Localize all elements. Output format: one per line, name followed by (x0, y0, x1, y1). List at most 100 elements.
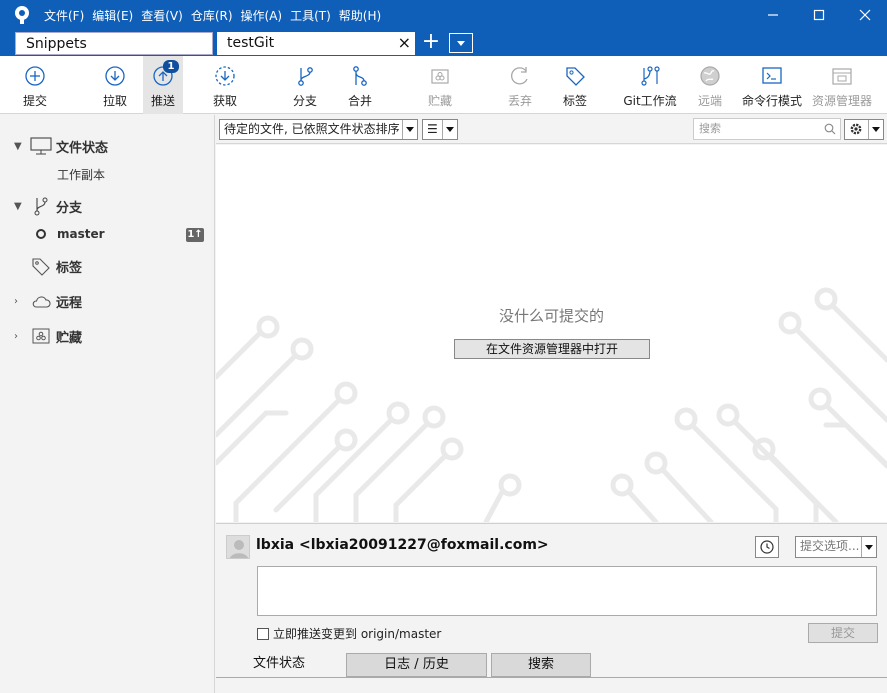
file-status-label: 文件状态 (56, 140, 109, 156)
branch-button[interactable]: 分支 (284, 56, 326, 114)
commit-icon (25, 66, 45, 86)
terminal-button[interactable]: 命令行模式 (740, 56, 804, 114)
stash-button[interactable]: 贮藏 (419, 56, 461, 114)
commit-options-select[interactable]: 提交选项... (795, 536, 877, 558)
monitor-icon (30, 136, 52, 156)
chevron-down-icon (406, 127, 414, 132)
tag-button[interactable]: 标签 (554, 56, 596, 114)
chevron-down-icon (865, 544, 873, 550)
fetch-button[interactable]: 获取 (204, 56, 246, 114)
pull-button[interactable]: 拉取 (94, 56, 136, 114)
menu-repository[interactable]: 仓库(R) (191, 7, 233, 24)
tags-label: 标签 (56, 260, 83, 276)
branch-icon (30, 196, 52, 216)
chevron-right-icon: › (14, 330, 18, 342)
tag-icon (566, 67, 585, 86)
menu-edit[interactable]: 编辑(E) (92, 7, 133, 24)
tab-file-status[interactable]: 文件状态 (216, 653, 342, 677)
tab-testgit[interactable]: testGit × (217, 32, 415, 55)
maximize-icon (813, 9, 825, 21)
remotes-label: 远程 (56, 295, 83, 311)
explorer-icon (832, 68, 852, 85)
maximize-button[interactable] (796, 0, 842, 30)
git-flow-button[interactable]: Git工作流 (620, 56, 680, 114)
clock-icon (760, 540, 774, 554)
user-icon (229, 540, 249, 558)
chevron-down-icon (457, 40, 465, 46)
tab-search[interactable]: 搜索 (491, 653, 591, 677)
open-in-explorer-button[interactable]: 在文件资源管理器中打开 (454, 339, 650, 359)
toolbar: 提交 拉取 1 推送 获取 分支 合并 贮藏 丢弃 标签 Git工作流 远端 命… (0, 56, 887, 114)
bottom-divider (216, 677, 887, 678)
menu-file[interactable]: 文件(F) (44, 7, 84, 24)
remote-label: 远端 (697, 94, 722, 108)
close-icon (859, 9, 871, 21)
branch-master-label: master (57, 227, 105, 241)
commit-message-input[interactable] (257, 566, 877, 616)
menu-actions[interactable]: 操作(A) (241, 7, 283, 24)
tag-icon (30, 256, 52, 276)
search-icon (824, 123, 836, 135)
stash-icon (431, 69, 449, 84)
explorer-button[interactable]: 资源管理器 (810, 56, 874, 114)
sidebar-item-master[interactable]: master (36, 222, 105, 246)
commit-label: 提交 (22, 94, 47, 108)
push-button[interactable]: 1 推送 (143, 56, 183, 114)
pull-icon (105, 66, 125, 86)
commit-button[interactable]: 提交 (14, 56, 56, 114)
tab-snippets[interactable]: Snippets (15, 32, 213, 55)
sort-select[interactable]: 待定的文件, 已依照文件状态排序 (219, 119, 418, 140)
explorer-label: 资源管理器 (811, 94, 872, 108)
menu-view[interactable]: 查看(V) (141, 7, 183, 24)
stashes-label: 贮藏 (56, 330, 83, 346)
add-tab-button[interactable]: + (421, 31, 441, 53)
push-immediately-checkbox[interactable] (257, 627, 269, 640)
discard-label: 丢弃 (507, 94, 532, 108)
menu-help[interactable]: 帮助(H) (339, 7, 381, 24)
sidebar-item-file-status[interactable]: ▼ 文件状态 (0, 134, 108, 158)
commit-panel: lbxia <lbxia20091227@foxmail.com> 提交选项..… (216, 523, 887, 693)
sort-select-value: 待定的文件, 已依照文件状态排序 (224, 122, 400, 136)
chevron-down-icon (872, 127, 880, 132)
menu-tools[interactable]: 工具(T) (290, 7, 331, 24)
git-flow-icon (641, 66, 660, 86)
push-immediately-option[interactable]: 立即推送变更到 origin/master (257, 625, 441, 642)
sidebar-item-working-copy[interactable]: 工作副本 (57, 162, 105, 186)
fetch-icon (215, 66, 235, 86)
file-filter-bar: 待定的文件, 已依照文件状态排序 ☰ 搜索 (216, 115, 887, 144)
commit-submit-button[interactable]: 提交 (808, 623, 878, 643)
sidebar-item-tags[interactable]: 标签 (30, 254, 82, 278)
terminal-label: 命令行模式 (741, 94, 802, 108)
minimize-icon (768, 14, 778, 16)
cloud-icon (30, 291, 52, 311)
tab-list-dropdown[interactable] (449, 33, 473, 53)
commit-history-button[interactable] (755, 536, 779, 558)
chevron-down-icon: ▼ (14, 200, 22, 212)
chevron-down-icon (446, 127, 454, 132)
title-bar: 文件(F) 编辑(E) 查看(V) 仓库(R) 操作(A) 工具(T) 帮助(H… (0, 0, 887, 30)
commit-options-value: 提交选项... (800, 539, 860, 553)
sidebar-item-branches[interactable]: ▼ 分支 (0, 194, 82, 218)
branches-label: 分支 (56, 200, 83, 216)
tab-close-icon[interactable]: × (398, 32, 411, 54)
chevron-down-icon: ▼ (14, 140, 22, 152)
remote-button[interactable]: 远端 (689, 56, 731, 114)
view-mode-select[interactable]: ☰ (422, 119, 458, 140)
push-count-badge: 1 (163, 60, 179, 73)
push-immediately-label: 立即推送变更到 origin/master (273, 627, 442, 641)
tab-bar: Snippets testGit × + (0, 30, 887, 56)
branch-icon (298, 67, 313, 86)
tab-log-history[interactable]: 日志 / 历史 (346, 653, 487, 677)
close-window-button[interactable] (842, 0, 887, 30)
sidebar-item-stashes[interactable]: › 贮藏 (0, 324, 82, 348)
merge-button[interactable]: 合并 (339, 56, 381, 114)
merge-icon (353, 66, 367, 86)
sidebar-item-remotes[interactable]: › 远程 (0, 289, 82, 313)
settings-dropdown[interactable] (844, 119, 884, 140)
terminal-icon (762, 67, 782, 84)
minimize-button[interactable] (750, 0, 796, 30)
stash-label: 贮藏 (427, 94, 452, 108)
discard-button[interactable]: 丢弃 (499, 56, 541, 114)
search-input[interactable]: 搜索 (693, 118, 841, 140)
discard-icon (511, 67, 528, 85)
